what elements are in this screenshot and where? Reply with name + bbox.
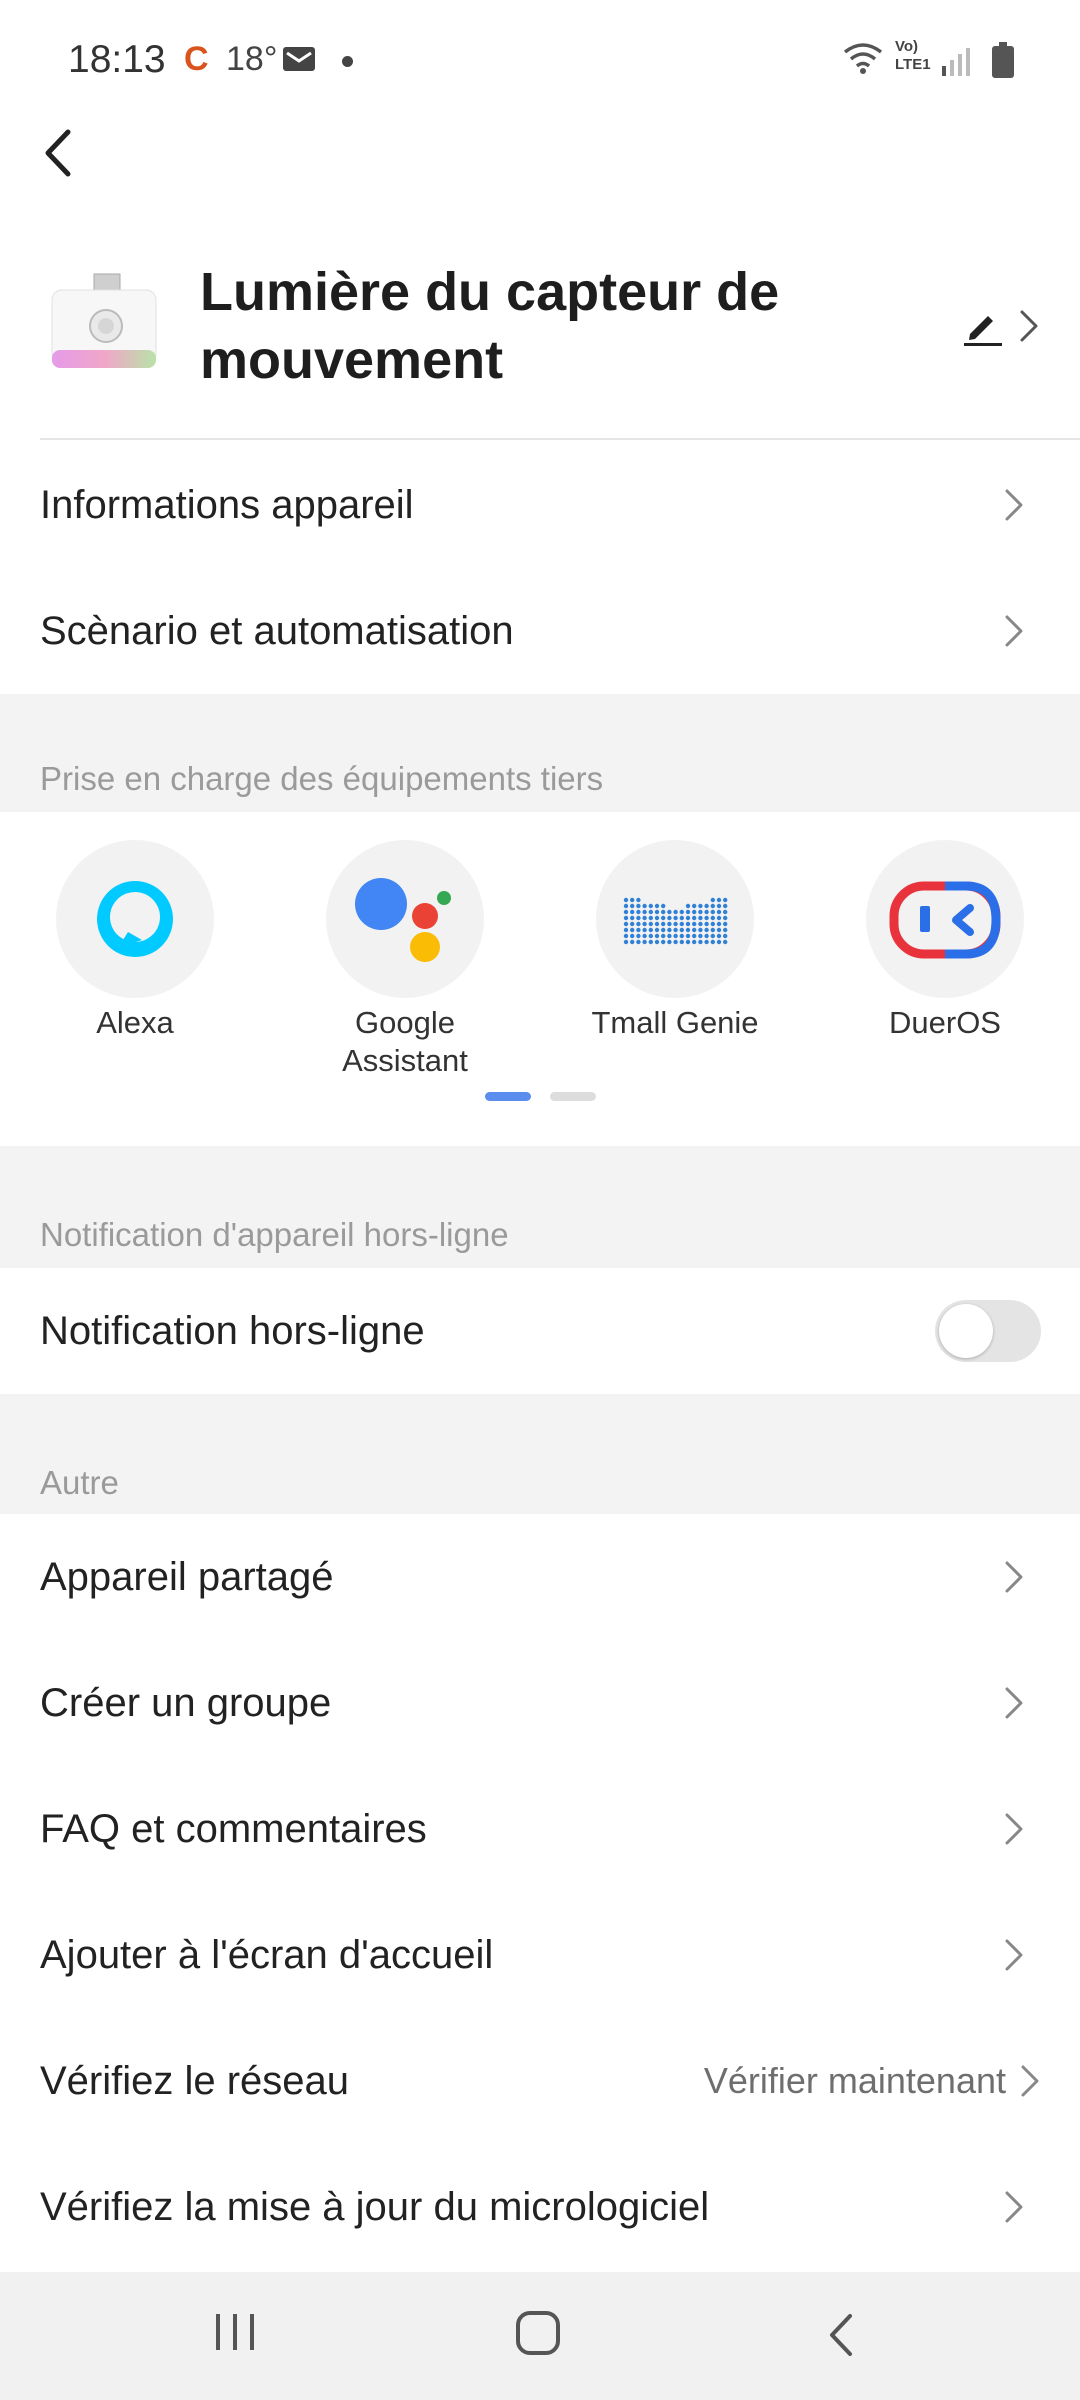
chevron-right-icon <box>1005 1939 1023 1971</box>
tmall-genie-item[interactable]: Tmall Genie <box>565 840 785 1042</box>
other-section-header: Autre <box>0 1394 1080 1514</box>
carousel-dot <box>550 1092 596 1101</box>
device-image <box>51 273 157 368</box>
system-back-button[interactable] <box>826 2312 856 2358</box>
chevron-right-icon <box>1021 2065 1039 2097</box>
back-button[interactable] <box>34 118 90 188</box>
carrier-icon: C <box>184 40 209 78</box>
third-party-section-header: Prise en charge des équipements tiers <box>0 694 1080 812</box>
signal-icon <box>942 48 970 76</box>
device-info-row[interactable]: Informations appareil <box>0 442 1080 568</box>
row-label: Appareil partagé <box>40 1555 334 1599</box>
recents-button[interactable] <box>212 2312 258 2352</box>
home-button[interactable] <box>513 2308 563 2358</box>
dueros-item[interactable]: DuerOS <box>835 840 1055 1042</box>
offline-notification-row: Notification hors-ligne <box>0 1268 1080 1394</box>
tmall-genie-label: Tmall Genie <box>591 1005 759 1040</box>
chevron-right-icon <box>1005 1687 1023 1719</box>
divider <box>40 438 1080 440</box>
third-party-carousel[interactable]: Alexa Google Assistant Tmall Genie DuerO… <box>0 812 1080 1146</box>
chevron-right-icon <box>1005 489 1023 521</box>
alexa-icon <box>56 840 214 998</box>
battery-icon <box>992 42 1014 78</box>
google-assistant-item[interactable]: Google Assistant <box>295 840 515 1080</box>
notification-dot-icon <box>342 56 353 67</box>
dueros-icon <box>866 840 1024 998</box>
add-to-home-row[interactable]: Ajouter à l'écran d'accueil <box>0 1892 1080 2018</box>
chevron-right-icon <box>1005 2191 1023 2223</box>
chevron-right-icon[interactable] <box>1017 306 1041 346</box>
network-type: Vo) LTE1 <box>895 38 931 73</box>
mail-icon <box>283 47 315 71</box>
row-label: Notification hors-ligne <box>40 1309 425 1353</box>
check-now-link[interactable]: Vérifier maintenant <box>704 2018 1006 2144</box>
alexa-item[interactable]: Alexa <box>25 840 245 1042</box>
offline-section-header: Notification d'appareil hors-ligne <box>0 1146 1080 1268</box>
wifi-icon <box>843 43 883 74</box>
row-label: FAQ et commentaires <box>40 1807 427 1851</box>
row-label: Vérifiez le réseau <box>40 2059 350 2103</box>
carousel-dot-active <box>485 1092 531 1101</box>
row-label: Informations appareil <box>40 483 414 527</box>
alexa-label: Alexa <box>96 1005 174 1040</box>
create-group-row[interactable]: Créer un groupe <box>0 1640 1080 1766</box>
tmall-genie-icon <box>596 840 754 998</box>
dueros-label: DuerOS <box>889 1005 1001 1040</box>
google-assistant-label: Google Assistant <box>342 1005 468 1078</box>
section-title: Prise en charge des équipements tiers <box>40 760 604 797</box>
scenario-automation-row[interactable]: Scènario et automatisation <box>0 568 1080 694</box>
firmware-update-row[interactable]: Vérifiez la mise à jour du micrologiciel <box>0 2144 1080 2270</box>
temperature: 18° <box>226 40 278 78</box>
offline-notification-toggle[interactable] <box>935 1300 1041 1362</box>
device-title: Lumière du capteur de mouvement <box>200 262 780 390</box>
edit-icon[interactable] <box>962 304 1004 346</box>
row-label: Vérifiez la mise à jour du micrologiciel <box>40 2185 710 2229</box>
section-title: Notification d'appareil hors-ligne <box>40 1216 509 1253</box>
faq-feedback-row[interactable]: FAQ et commentaires <box>0 1766 1080 1892</box>
google-assistant-icon <box>326 840 484 998</box>
section-title: Autre <box>40 1464 119 1501</box>
shared-device-row[interactable]: Appareil partagé <box>0 1514 1080 1640</box>
chevron-right-icon <box>1005 1813 1023 1845</box>
toggle-knob <box>939 1304 993 1358</box>
check-network-row[interactable]: Vérifiez le réseau Vérifier maintenant <box>0 2018 1080 2144</box>
status-time: 18:13 <box>68 38 166 81</box>
chevron-right-icon <box>1005 615 1023 647</box>
chevron-right-icon <box>1005 1561 1023 1593</box>
row-label: Créer un groupe <box>40 1681 332 1725</box>
row-label: Ajouter à l'écran d'accueil <box>40 1933 494 1977</box>
row-label: Scènario et automatisation <box>40 609 514 653</box>
